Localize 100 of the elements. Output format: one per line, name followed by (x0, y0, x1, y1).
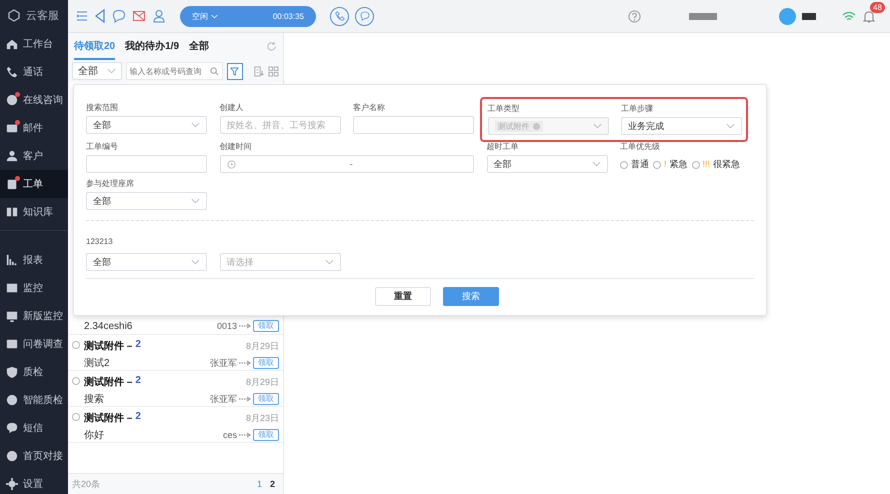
reset-button[interactable]: 重置 (375, 287, 431, 306)
field-label: 创建人 (220, 103, 244, 113)
clock-icon (226, 160, 236, 168)
dotted-arrow-icon (239, 396, 251, 402)
option-label: 紧急 (670, 158, 688, 170)
filter-icon (230, 66, 240, 76)
sidebar-item[interactable]: 客户 (0, 142, 68, 170)
assignee: 0013 (216, 321, 237, 331)
select-field[interactable]: 全部 (86, 192, 207, 210)
ticket-date: 8月29日 (246, 376, 279, 388)
input-field[interactable]: 按姓名、拼音、工号搜索 (220, 116, 340, 134)
urgency-mark: !!! (702, 159, 710, 169)
assignee: ces (222, 430, 237, 440)
hexagon-logo-icon (8, 8, 20, 22)
home-icon (6, 38, 18, 50)
speech-bubble-icon (6, 422, 18, 434)
ticket-subtitle: 2.34ceshi6 (84, 320, 132, 332)
settings-icon (6, 478, 18, 490)
row-radio[interactable] (72, 413, 80, 421)
caret-icon (592, 123, 602, 129)
caret-icon[interactable] (211, 14, 218, 18)
caret-icon (324, 259, 334, 265)
assignee: 张亚军 (210, 356, 237, 370)
sidebar-item[interactable]: 新版监控 (0, 302, 68, 330)
filter-button[interactable] (226, 62, 244, 80)
total-count: 共20条 (72, 478, 100, 490)
redacted-block (802, 12, 816, 20)
ticket-title: 测试附件 – 2 (84, 375, 141, 389)
redacted-block (689, 12, 717, 20)
field-label: 工单编号 (86, 142, 119, 152)
select-field[interactable]: 全部 (86, 116, 207, 134)
sidebar-item[interactable]: 知识库 (0, 198, 68, 226)
search-icon[interactable] (210, 66, 218, 76)
search-field[interactable]: 输入名称或号码查询 (126, 62, 222, 80)
people-icon[interactable] (152, 9, 166, 23)
dotted-arrow-icon (239, 432, 251, 438)
ticket-subtitle: 你好 (84, 429, 104, 442)
date-range-field[interactable]: - (220, 155, 474, 173)
sidebar-item[interactable]: 首页对接 (0, 442, 68, 470)
grid-icon[interactable] (268, 66, 280, 76)
row-radio[interactable] (72, 377, 80, 385)
avatar[interactable] (779, 8, 796, 24)
ticket-title: 测试附件 – 2 (84, 411, 141, 425)
bar-chart-icon (6, 254, 18, 266)
status-label: 空闲 (192, 10, 208, 22)
notification-badge: 48 (870, 2, 885, 13)
input-field[interactable] (86, 155, 207, 173)
sidebar-item[interactable]: 智能质检 (0, 386, 68, 414)
app-name: 云客服 (26, 8, 59, 22)
sidebar-item[interactable]: 通话 (0, 58, 68, 86)
select-field[interactable]: 全部 (486, 155, 608, 173)
caret-icon (191, 122, 200, 128)
input-field[interactable] (353, 116, 474, 134)
ticket-subtitle: 搜索 (84, 392, 104, 406)
phone-icon (334, 11, 344, 21)
priority-radio[interactable]: ! 紧急 (653, 158, 688, 170)
priority-radio[interactable]: 普通 (620, 158, 649, 170)
ticket-title: 测试附件 – 2 (84, 339, 141, 353)
option-label: 普通 (631, 158, 649, 170)
refresh-icon[interactable] (266, 41, 277, 52)
dotted-arrow-icon (239, 323, 251, 329)
select-field[interactable]: 业务完成 (621, 117, 742, 135)
option-label: 很紧急 (713, 158, 740, 170)
caret-icon (191, 259, 200, 265)
sidebar-item[interactable]: 邮件 (0, 114, 68, 142)
field-label: 创建时间 (220, 142, 252, 152)
sidebar-item[interactable]: 工单 (0, 170, 68, 198)
tag: 测试附件 (494, 120, 542, 132)
row-radio[interactable] (72, 341, 80, 349)
select-field[interactable]: 全部 (86, 253, 207, 271)
phone-button[interactable] (330, 6, 349, 26)
field-label: 123213 (86, 237, 114, 247)
tab[interactable]: 全部 (189, 33, 210, 60)
sidebar-item[interactable]: 工作台 (0, 30, 68, 58)
call-timer: 00:03:35 (272, 12, 304, 20)
sidebar-item[interactable]: 报表 (0, 246, 68, 274)
field-label: 搜索范围 (86, 103, 119, 113)
shield-icon (6, 366, 18, 378)
bell-icon[interactable] (862, 10, 876, 24)
clear-icon[interactable] (532, 122, 540, 130)
dotted-arrow-icon (239, 360, 251, 366)
phone-icon (6, 66, 18, 78)
sidebar-item[interactable]: 问卷调查 (0, 330, 68, 358)
menu-icon[interactable] (76, 10, 88, 22)
priority-radio[interactable]: !!! 很紧急 (692, 158, 740, 170)
ticket-subtitle: 测试2 (84, 356, 110, 370)
caret-icon (106, 68, 116, 74)
sidebar-item[interactable]: 在线咨询 (0, 86, 68, 114)
ticket-date: 8月23日 (246, 412, 279, 424)
scope-select[interactable]: 全部 (72, 62, 122, 80)
triangle-icon[interactable] (94, 9, 106, 23)
sidebar-item[interactable]: 质检 (0, 358, 68, 386)
help-icon[interactable] (628, 10, 641, 22)
tab[interactable]: 我的待办1/9 (125, 33, 180, 60)
chat-button[interactable] (355, 6, 374, 26)
page-link[interactable]: 2 (270, 479, 275, 489)
sidebar-item[interactable]: 监控 (0, 274, 68, 302)
list-icon[interactable] (253, 66, 264, 76)
sidebar-item[interactable]: 设置 (0, 470, 68, 494)
sidebar-item[interactable]: 短信 (0, 414, 68, 442)
